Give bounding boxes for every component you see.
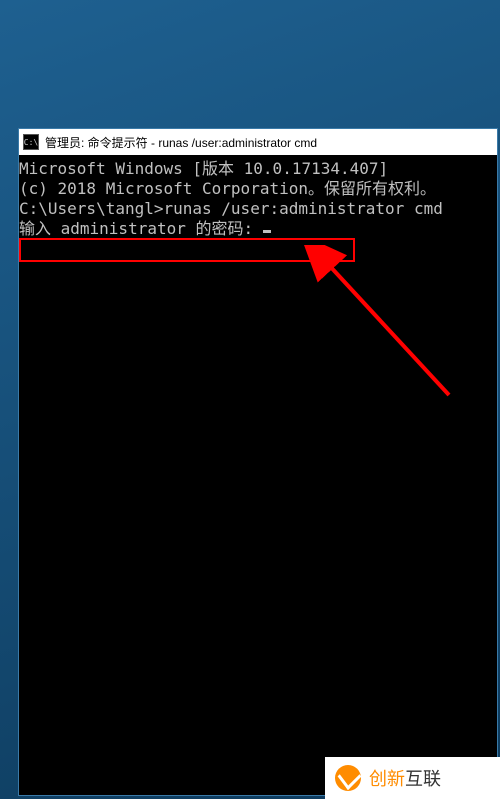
annotation-highlight-box xyxy=(19,238,355,262)
console-area[interactable]: Microsoft Windows [版本 10.0.17134.407] (c… xyxy=(19,155,497,795)
watermark-logo-icon xyxy=(335,765,361,791)
console-line-prompt: 输入 administrator 的密码: xyxy=(19,219,497,239)
window-title: 管理员: 命令提示符 - runas /user:administrator c… xyxy=(45,134,317,151)
command-prompt-window: C:\ 管理员: 命令提示符 - runas /user:administrat… xyxy=(18,128,498,796)
annotation-arrow xyxy=(299,245,479,415)
titlebar[interactable]: C:\ 管理员: 命令提示符 - runas /user:administrat… xyxy=(19,129,497,155)
cmd-icon: C:\ xyxy=(23,134,39,150)
console-line-command: C:\Users\tangl>runas /user:administrator… xyxy=(19,199,497,219)
watermark-text: 创新互联 xyxy=(369,765,441,791)
cursor xyxy=(263,230,271,233)
watermark: 创新互联 xyxy=(325,757,500,799)
console-line-copyright: (c) 2018 Microsoft Corporation。保留所有权利。 xyxy=(19,179,497,199)
console-line-version: Microsoft Windows [版本 10.0.17134.407] xyxy=(19,159,497,179)
